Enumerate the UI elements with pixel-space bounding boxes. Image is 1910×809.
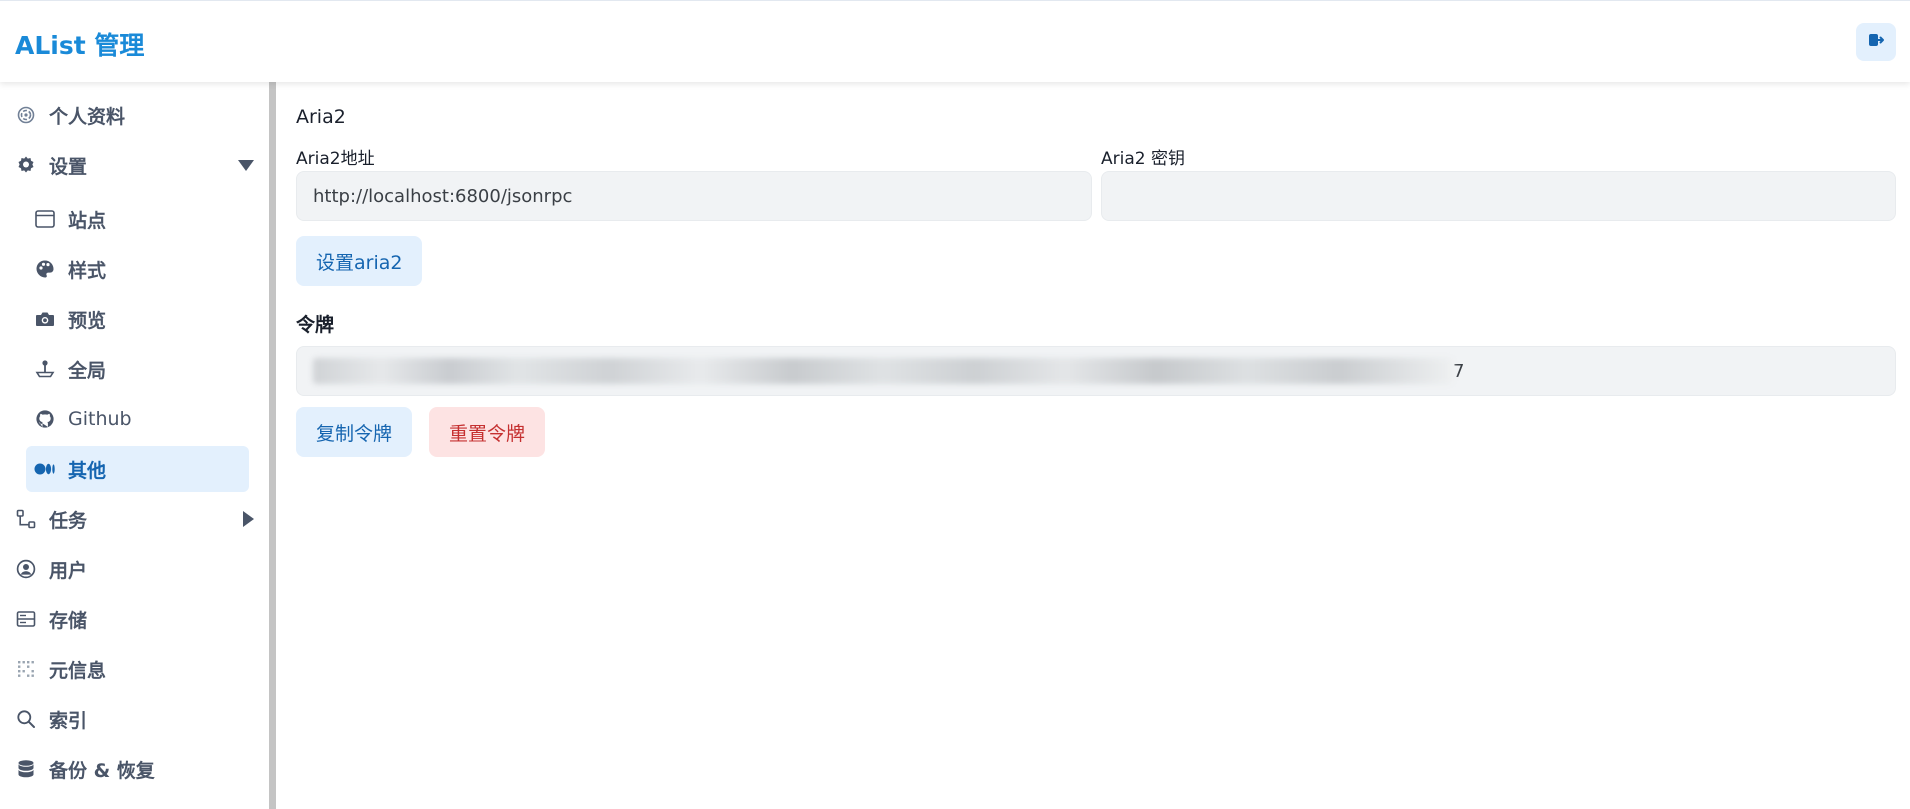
- sidebar-item-label: Github: [68, 408, 132, 430]
- chevron-right-icon[interactable]: [241, 496, 255, 542]
- sidebar-scrollbar[interactable]: [269, 82, 276, 809]
- gear-icon: [15, 154, 37, 176]
- aria2-section-title: Aria2: [296, 106, 346, 128]
- user-circle-icon: [15, 558, 37, 580]
- camera-icon: [34, 308, 56, 330]
- top-header: AList 管理: [0, 0, 1910, 82]
- reset-token-button[interactable]: 重置令牌: [429, 407, 546, 457]
- palette-icon: [34, 258, 56, 280]
- sidebar-item-label: 个人资料: [49, 105, 126, 128]
- sidebar-item-indexes[interactable]: 索引: [15, 696, 255, 742]
- sidebar-item-label: 任务: [49, 509, 88, 532]
- sidebar-item-users[interactable]: 用户: [15, 546, 255, 592]
- sidebar-item-github[interactable]: Github: [34, 396, 249, 442]
- sidebar-item-label: 预览: [68, 309, 107, 332]
- sidebar-item-other[interactable]: 其他: [26, 446, 249, 492]
- sidebar-item-settings[interactable]: 设置: [15, 142, 255, 188]
- medium-icon: [34, 458, 56, 480]
- aria2-secret-input[interactable]: [1101, 171, 1896, 221]
- fingerprint-icon: [15, 104, 37, 126]
- sidebar-item-label: 样式: [68, 259, 107, 282]
- logout-button[interactable]: [1856, 23, 1896, 61]
- set-aria2-button[interactable]: 设置aria2: [296, 236, 423, 286]
- sidebar-item-label: 元信息: [49, 659, 107, 682]
- sidebar-item-style[interactable]: 样式: [34, 246, 249, 292]
- grid-dots-icon: [15, 658, 37, 680]
- search-icon: [15, 708, 37, 730]
- copy-token-button[interactable]: 复制令牌: [296, 407, 413, 457]
- sidebar-item-label: 其他: [68, 459, 107, 482]
- app-title[interactable]: AList 管理: [15, 26, 144, 62]
- storage-icon: [15, 608, 37, 630]
- token-input[interactable]: 7: [296, 346, 1896, 396]
- github-icon: [34, 408, 56, 430]
- sidebar-item-label: 存储: [49, 609, 88, 632]
- aria2-url-label: Aria2地址: [296, 149, 375, 169]
- sidebar-item-storage[interactable]: 存储: [15, 596, 255, 642]
- sidebar-item-preview[interactable]: 预览: [34, 296, 249, 342]
- sidebar-item-label: 索引: [49, 709, 88, 732]
- token-section-title: 令牌: [296, 314, 335, 336]
- sidebar-item-backup-restore[interactable]: 备份 & 恢复: [15, 746, 255, 792]
- window-icon: [34, 208, 56, 230]
- sidebar-item-global[interactable]: 全局: [34, 346, 249, 392]
- sidebar-item-tasks[interactable]: 任务: [15, 496, 255, 542]
- token-redacted-value: [313, 358, 1453, 384]
- sidebar-item-label: 备份 & 恢复: [49, 759, 155, 782]
- sidebar-item-site[interactable]: 站点: [34, 196, 249, 242]
- sidebar-item-label: 设置: [49, 155, 88, 178]
- aria2-secret-label: Aria2 密钥: [1101, 149, 1185, 169]
- joystick-icon: [34, 358, 56, 380]
- sidebar-item-label: 全局: [68, 359, 107, 382]
- sidebar-item-label: 用户: [49, 559, 88, 582]
- sidebar-item-label: 站点: [68, 209, 107, 232]
- aria2-url-input[interactable]: http://localhost:6800/jsonrpc: [296, 171, 1092, 221]
- flow-icon: [15, 508, 37, 530]
- chevron-down-icon[interactable]: [237, 142, 255, 188]
- database-icon: [15, 758, 37, 780]
- sidebar-item-profile[interactable]: 个人资料: [15, 92, 255, 138]
- logout-icon: [1867, 31, 1885, 54]
- aria2-url-value: http://localhost:6800/jsonrpc: [313, 185, 573, 207]
- sidebar: 个人资料 设置 站点 样式 预览 全局 Github 其他 任务 用户 存储 元…: [0, 82, 270, 809]
- sidebar-item-metas[interactable]: 元信息: [15, 646, 255, 692]
- token-value-suffix: 7: [1453, 360, 1465, 382]
